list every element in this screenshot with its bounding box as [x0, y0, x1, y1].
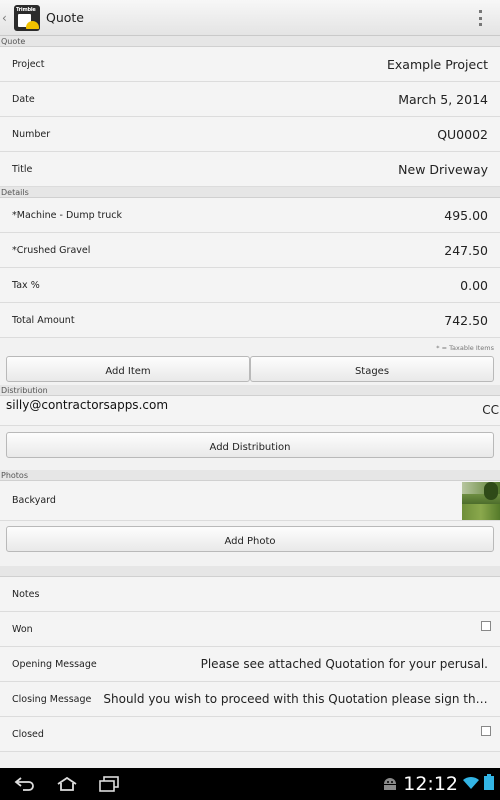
distribution-item[interactable]: silly@contractorsapps.com CC — [0, 396, 500, 426]
app-logo-icon[interactable]: Trimble — [14, 4, 40, 31]
taxable-items-note: * = Taxable Items — [436, 344, 494, 352]
row-label: Won — [12, 623, 33, 635]
clock: 12:12 — [403, 773, 458, 795]
row-value: 247.50 — [444, 242, 488, 258]
logo-brand-text: Trimble — [16, 6, 36, 13]
won-checkbox[interactable] — [481, 620, 491, 631]
row-value: QU0002 — [437, 126, 488, 142]
section-header-distribution: Distribution — [0, 385, 500, 396]
row-label: Opening Message — [12, 658, 97, 670]
notes-row[interactable]: Notes — [0, 577, 500, 612]
row-label: *Machine - Dump truck — [12, 209, 123, 221]
section-divider — [0, 566, 500, 577]
title-row[interactable]: Title New Driveway — [0, 152, 500, 187]
quote-form: Quote Project Example Project Date March… — [0, 36, 500, 768]
add-photo-button[interactable]: Add Photo — [6, 526, 494, 552]
project-row[interactable]: Project Example Project — [0, 47, 500, 82]
row-label: Notes — [12, 588, 40, 600]
row-label: Total Amount — [12, 314, 75, 326]
row-label: Closing Message — [12, 693, 92, 705]
home-icon[interactable] — [50, 768, 84, 800]
android-icon — [381, 775, 399, 794]
page-title: Quote — [46, 10, 85, 25]
opening-message-row[interactable]: Opening Message Please see attached Quot… — [0, 647, 500, 682]
row-label: Closed — [12, 728, 44, 740]
section-header-photos: Photos — [0, 470, 500, 481]
action-bar: ‹ Trimble Quote — [0, 0, 500, 36]
photo-thumbnail[interactable] — [462, 482, 500, 520]
row-label: Number — [12, 128, 51, 140]
distribution-email: silly@contractorsapps.com — [6, 398, 169, 412]
recent-apps-icon[interactable] — [92, 768, 126, 800]
overflow-menu-icon[interactable] — [479, 10, 483, 26]
row-label: Tax % — [12, 279, 40, 291]
row-label: Project — [12, 58, 45, 70]
closed-row[interactable]: Closed — [0, 717, 500, 752]
row-value: 742.50 — [444, 312, 488, 328]
won-row[interactable]: Won — [0, 612, 500, 647]
status-area: 12:12 — [381, 773, 500, 795]
stages-button[interactable]: Stages — [250, 356, 494, 382]
row-value: 495.00 — [444, 207, 488, 223]
date-row[interactable]: Date March 5, 2014 — [0, 82, 500, 117]
row-value: New Driveway — [398, 161, 488, 177]
back-icon[interactable] — [8, 768, 42, 800]
total-row: Total Amount 742.50 — [0, 303, 500, 338]
row-label: Title — [12, 163, 33, 175]
number-row[interactable]: Number QU0002 — [0, 117, 500, 152]
add-distribution-button[interactable]: Add Distribution — [6, 432, 494, 458]
system-nav-bar: 12:12 — [0, 768, 500, 800]
row-value: Example Project — [387, 56, 488, 72]
wifi-icon — [462, 775, 480, 794]
closing-message-row[interactable]: Closing Message Should you wish to proce… — [0, 682, 500, 717]
photo-item[interactable]: Backyard — [0, 481, 500, 521]
battery-icon — [484, 774, 494, 794]
section-header-details: Details — [0, 187, 500, 198]
closed-checkbox[interactable] — [481, 725, 491, 736]
back-chevron-icon[interactable]: ‹ — [2, 11, 12, 25]
tax-row[interactable]: Tax % 0.00 — [0, 268, 500, 303]
section-header-quote: Quote — [0, 36, 500, 47]
row-value: Please see attached Quotation for your p… — [200, 657, 488, 671]
add-item-button[interactable]: Add Item — [6, 356, 250, 382]
row-value: Should you wish to proceed with this Quo… — [103, 692, 488, 706]
row-label: *Crushed Gravel — [12, 244, 91, 256]
item-row-dump-truck[interactable]: *Machine - Dump truck 495.00 — [0, 198, 500, 233]
row-label: Date — [12, 93, 35, 105]
row-value: 0.00 — [460, 277, 488, 293]
item-actions: Add Item Stages — [0, 356, 500, 382]
distribution-type: CC — [482, 403, 499, 417]
photo-label: Backyard — [12, 495, 56, 506]
row-value: March 5, 2014 — [398, 91, 488, 107]
item-row-crushed-gravel[interactable]: *Crushed Gravel 247.50 — [0, 233, 500, 268]
